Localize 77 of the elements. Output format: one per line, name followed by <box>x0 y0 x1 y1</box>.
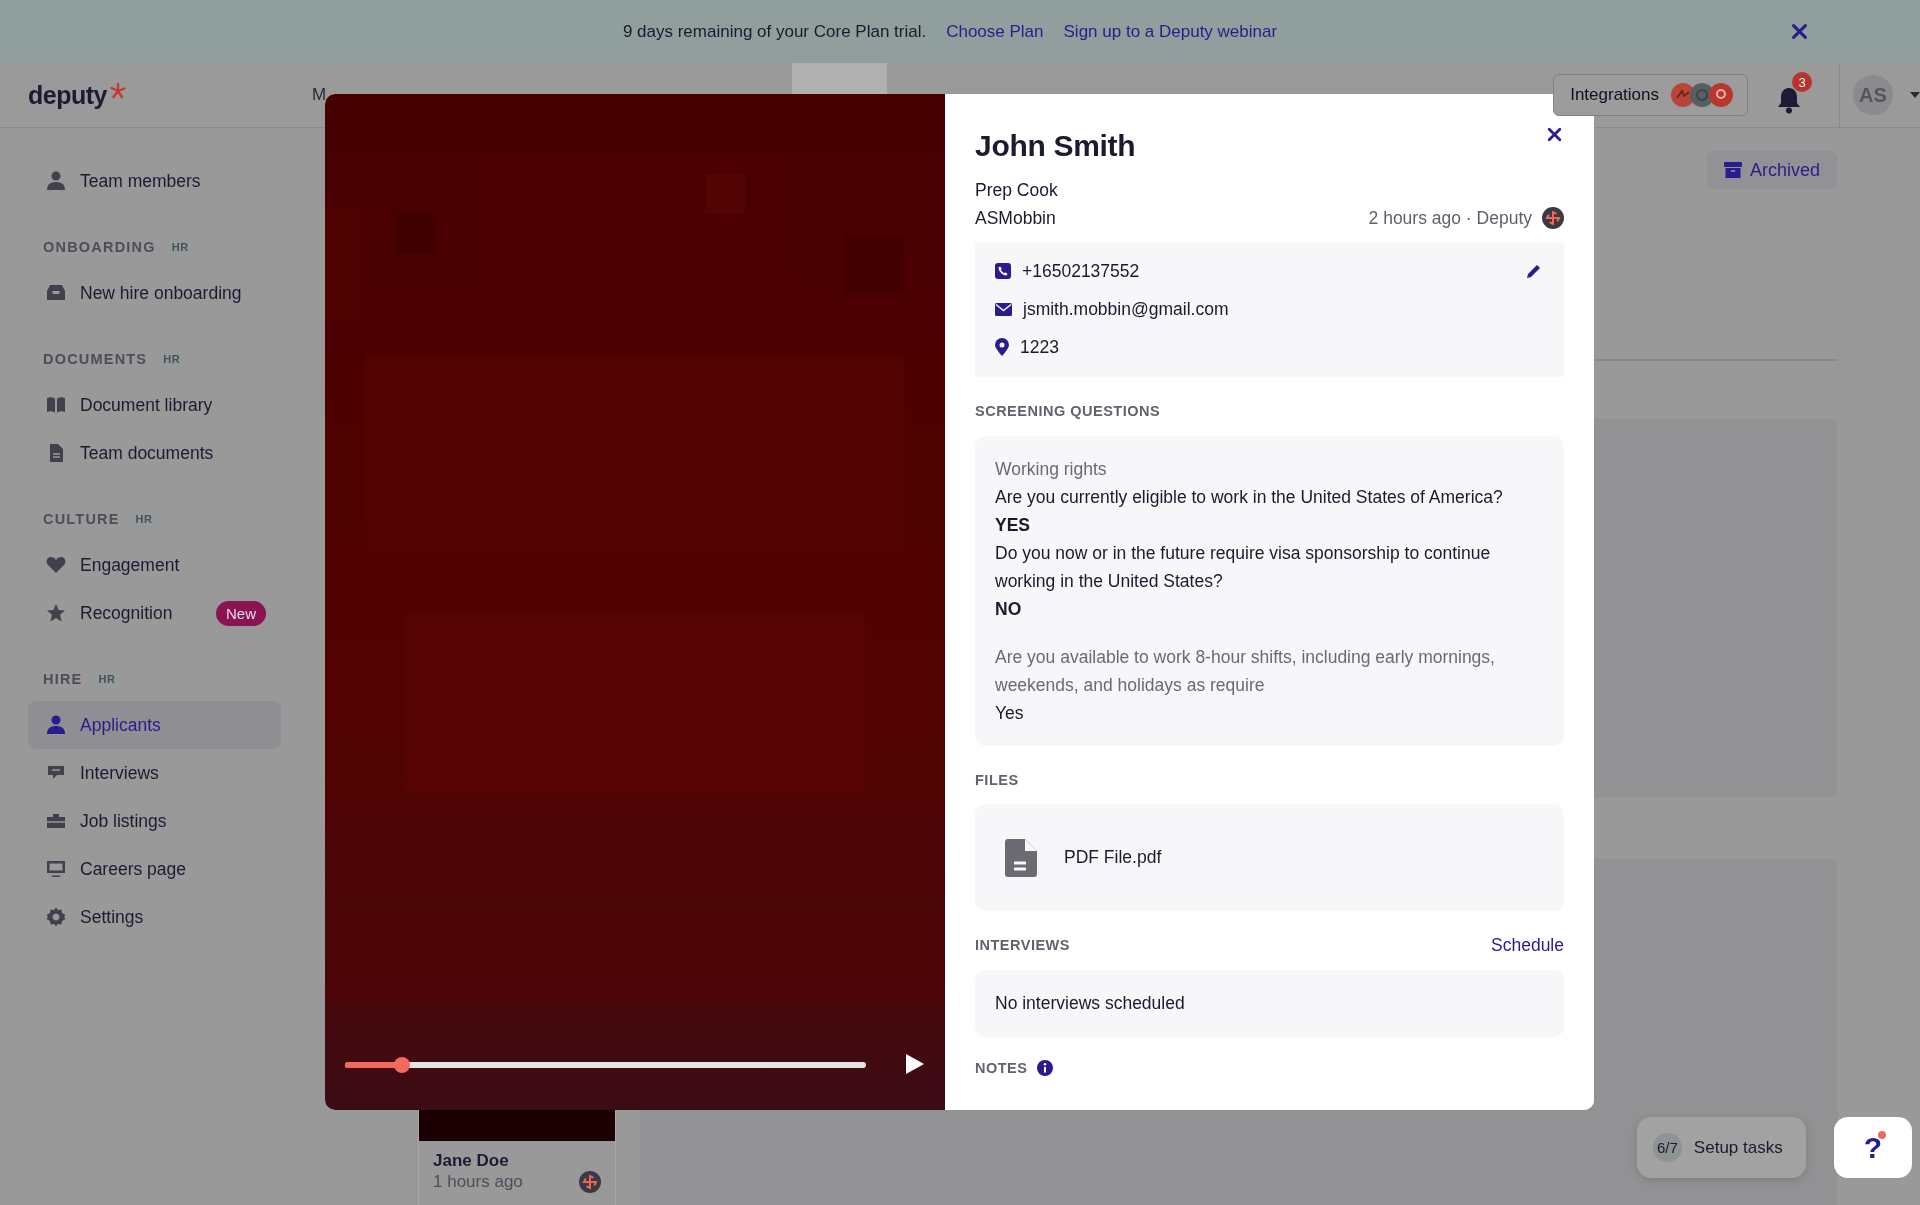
hr-badge: HR <box>165 238 195 256</box>
section-heading: NOTES <box>975 1059 1028 1078</box>
phone-icon <box>995 263 1011 279</box>
notifications-button[interactable]: 3 <box>1774 72 1814 118</box>
integrations-button[interactable]: Integrations <box>1553 74 1748 116</box>
empty-state-text: No interviews scheduled <box>995 993 1185 1014</box>
sidebar-item[interactable]: Document library <box>28 381 281 429</box>
hr-badge: HR <box>129 510 159 528</box>
sidebar-item[interactable]: Team members <box>28 157 281 205</box>
close-icon[interactable] <box>1546 126 1563 143</box>
section-heading: FILES <box>975 771 1019 790</box>
file-name[interactable]: PDF File.pdf <box>1064 847 1162 868</box>
document-icon[interactable] <box>1005 838 1037 877</box>
sidebar-item[interactable]: New hire onboarding <box>28 269 281 317</box>
hr-badge: HR <box>92 670 122 688</box>
play-icon[interactable] <box>905 1053 925 1075</box>
settings-icon <box>45 906 67 928</box>
book-icon <box>45 394 67 416</box>
archived-button[interactable]: Archived <box>1705 151 1838 189</box>
sidebar-item[interactable]: Applicants <box>28 701 281 749</box>
application-meta: 2 hours ago · Deputy <box>1368 207 1532 230</box>
caret-icon[interactable] <box>1910 92 1920 98</box>
section-heading: DOCUMENTS <box>43 351 148 367</box>
star-icon <box>45 602 67 624</box>
candidate-name: Jane Doe <box>433 1151 510 1171</box>
phone-number: +16502137552 <box>1022 260 1140 282</box>
envelope-icon <box>995 302 1012 316</box>
section-heading: HIRE <box>43 671 83 687</box>
sidebar-item[interactable]: Interviews <box>28 749 281 797</box>
person-icon <box>45 170 67 192</box>
email-address: jsmith.mobbin@gmail.com <box>1023 298 1229 320</box>
hr-badge: HR <box>157 350 187 368</box>
sidebar-item[interactable]: Engagement <box>28 541 281 589</box>
pinwheel-avatar-icon <box>1542 207 1564 229</box>
archive-box-icon <box>1723 161 1742 179</box>
setup-tasks-button[interactable]: 6/7 Setup tasks <box>1637 1117 1806 1178</box>
section-heading: ONBOARDING <box>43 239 156 255</box>
answer-text: YES <box>995 514 1032 537</box>
section-heading: CULTURE <box>43 511 120 527</box>
banner-link[interactable]: Choose Plan <box>946 21 1044 42</box>
app-logo-icon <box>1709 83 1733 107</box>
sidebar-item[interactable]: Job listings <box>28 797 281 845</box>
info-icon[interactable] <box>1037 1060 1054 1076</box>
section-heading: INTERVIEWS <box>975 936 1070 955</box>
banner-link[interactable]: Sign up to a Deputy webinar <box>1063 21 1278 42</box>
question-label: Working rights <box>995 458 1108 481</box>
applicant-name: John Smith <box>975 128 1136 164</box>
trial-message: 9 days remaining of your Core Plan trial. <box>622 21 927 42</box>
answer-text: Yes <box>995 702 1025 725</box>
notification-dot <box>1878 1131 1886 1139</box>
question-label: Are you available to work 8-hour shifts, including early mornings, weekends, and holidays as require <box>995 646 1496 697</box>
progress-badge: 6/7 <box>1653 1133 1682 1162</box>
sidebar-item[interactable]: Team documents <box>28 429 281 477</box>
sidebar-item[interactable]: Careers page <box>28 845 281 893</box>
heart-icon <box>45 554 67 576</box>
location-text: 1223 <box>1020 336 1059 358</box>
answer-text: NO <box>995 598 1023 621</box>
question-text: Are you currently eligible to work in the United States of America? <box>995 486 1504 509</box>
help-button[interactable]: ? <box>1834 1117 1912 1178</box>
notification-badge: 3 <box>1792 72 1812 92</box>
monitor-icon <box>45 858 67 880</box>
pencil-icon[interactable] <box>1525 263 1542 280</box>
person-icon <box>45 714 67 736</box>
new-badge: New <box>216 600 266 626</box>
logo-text[interactable]: deputy <box>28 80 107 110</box>
sidebar-item[interactable]: Recognition New <box>28 589 281 637</box>
applied-time: 1 hours ago <box>433 1172 524 1192</box>
username: ASMobbin <box>975 207 1056 230</box>
map-pin-icon <box>995 338 1009 356</box>
bell-icon <box>1776 86 1802 114</box>
sidebar-item[interactable]: Settings <box>28 893 281 941</box>
asterisk-logo-icon <box>108 82 127 100</box>
section-heading: SCREENING QUESTIONS <box>975 402 1161 421</box>
pinwheel-avatar-icon <box>579 1171 601 1193</box>
schedule-link[interactable]: Schedule <box>1491 935 1564 955</box>
job-title: Prep Cook <box>975 180 1058 200</box>
question-text: Do you now or in the future require visa sponsorship to continue working in the United States? <box>995 542 1492 593</box>
